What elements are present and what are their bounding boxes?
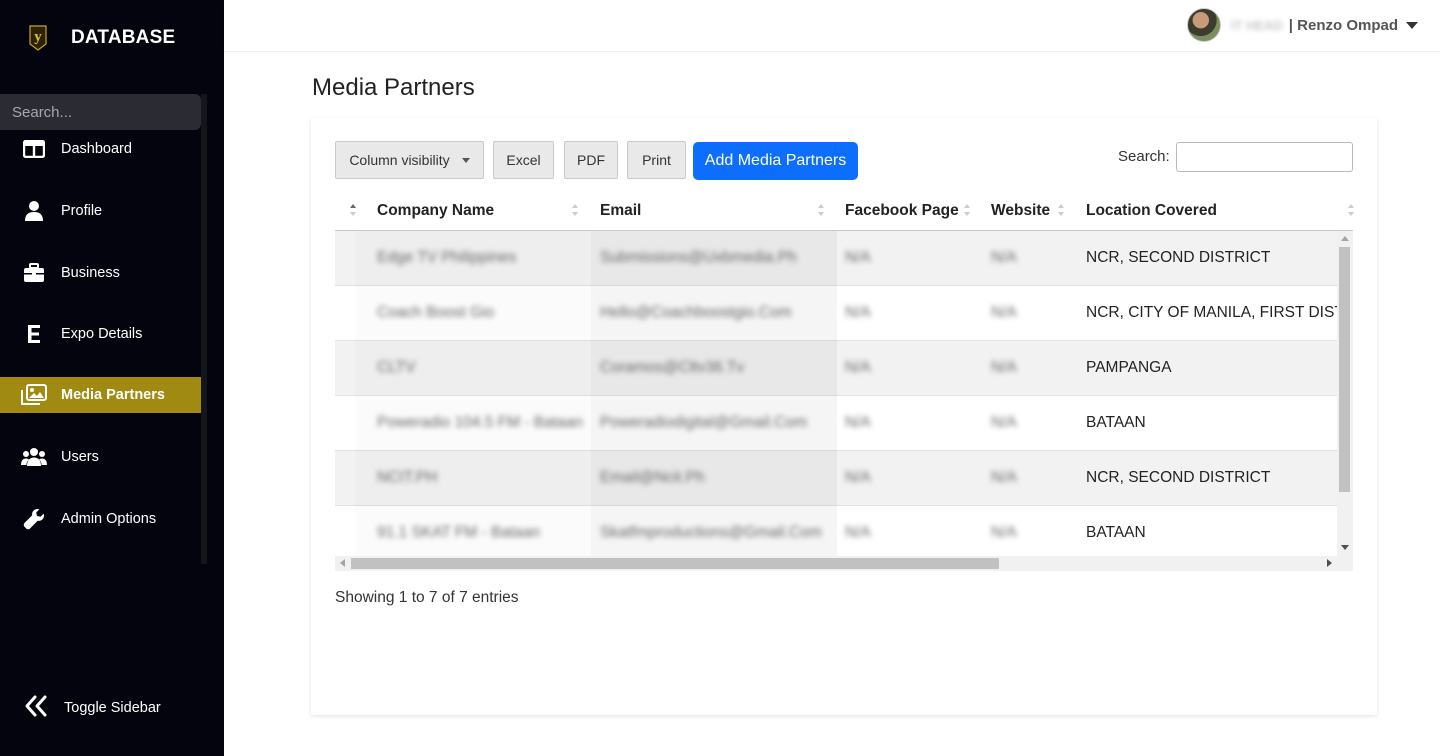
letter-e-icon bbox=[21, 321, 47, 347]
sidebar-scrollbar[interactable] bbox=[201, 94, 207, 564]
brand[interactable]: y DATABASE bbox=[26, 24, 175, 52]
location-cell: NCR, CITY OF MANILA, FIRST DISTRICT bbox=[1086, 304, 1337, 321]
sidebar-item-label: Expo Details bbox=[61, 326, 143, 342]
print-label: Print bbox=[642, 152, 671, 168]
user-menu[interactable]: IT HEAD | Renzo Ompad bbox=[1186, 8, 1418, 42]
column-header-label: Location Covered bbox=[1086, 202, 1217, 219]
column-header-company-name[interactable]: Company Name bbox=[377, 192, 494, 230]
sidebar-item-business[interactable]: Business bbox=[0, 255, 201, 291]
website-cell: N/A bbox=[991, 359, 1017, 376]
location-cell: BATAAN bbox=[1086, 414, 1146, 431]
column-header-label: Email bbox=[600, 202, 642, 219]
wrench-icon bbox=[21, 506, 47, 532]
sidebar-item-profile[interactable]: Profile bbox=[0, 193, 201, 229]
excel-label: Excel bbox=[506, 152, 541, 168]
facebook-cell: N/A bbox=[845, 414, 871, 431]
pdf-label: PDF bbox=[577, 152, 605, 168]
caret-down-icon bbox=[1406, 21, 1418, 29]
sidebar-item-label: Admin Options bbox=[61, 511, 157, 527]
table-horizontal-scrollbar[interactable] bbox=[335, 556, 1353, 571]
sidebar-item-expo-details[interactable]: Expo Details bbox=[0, 316, 201, 352]
sidebar: y DATABASE Dashboard Profile Business bbox=[0, 0, 224, 756]
facebook-cell: N/A bbox=[845, 469, 871, 486]
column-header-label: Facebook Page bbox=[845, 202, 959, 219]
double-chevron-left-icon bbox=[24, 694, 48, 722]
sort-icon[interactable] bbox=[964, 204, 970, 218]
sidebar-item-label: Media Partners bbox=[61, 387, 165, 403]
location-cell: NCR, SECOND DISTRICT bbox=[1086, 249, 1271, 266]
scrollbar-thumb[interactable] bbox=[1339, 247, 1350, 492]
table-search-input[interactable] bbox=[1176, 142, 1353, 172]
sidebar-item-dashboard[interactable]: Dashboard bbox=[0, 131, 201, 167]
facebook-cell: N/A bbox=[845, 249, 871, 266]
pdf-button[interactable]: PDF bbox=[564, 141, 618, 179]
avatar bbox=[1186, 8, 1221, 42]
email-column-highlight bbox=[591, 231, 837, 556]
scroll-left-icon[interactable] bbox=[340, 559, 345, 567]
scroll-down-icon[interactable] bbox=[1341, 545, 1349, 550]
column-header-email[interactable]: Email bbox=[600, 192, 641, 230]
table-vertical-scrollbar[interactable] bbox=[1337, 231, 1353, 556]
sidebar-item-admin-options[interactable]: Admin Options bbox=[0, 501, 201, 537]
table-header: Company Name Email Facebook Page Website… bbox=[335, 192, 1354, 231]
website-cell: N/A bbox=[991, 469, 1017, 486]
location-cell: PAMPANGA bbox=[1086, 359, 1172, 376]
add-media-partners-button[interactable]: Add Media Partners bbox=[693, 142, 858, 180]
sidebar-item-label: Users bbox=[61, 449, 99, 465]
sort-icon[interactable] bbox=[572, 204, 578, 218]
users-icon bbox=[21, 444, 47, 470]
user-role: IT HEAD bbox=[1230, 17, 1283, 33]
column-header-location-covered[interactable]: Location Covered bbox=[1086, 192, 1217, 230]
sorted-column-highlight bbox=[355, 231, 591, 556]
sort-icon[interactable] bbox=[818, 204, 824, 218]
topbar: IT HEAD | Renzo Ompad bbox=[224, 0, 1440, 52]
website-cell: N/A bbox=[991, 414, 1017, 431]
scroll-right-icon[interactable] bbox=[1327, 559, 1332, 567]
scrollbar-thumb[interactable] bbox=[351, 558, 999, 569]
images-icon bbox=[21, 382, 47, 408]
excel-button[interactable]: Excel bbox=[493, 141, 554, 179]
column-header-label: Company Name bbox=[377, 202, 495, 219]
facebook-cell: N/A bbox=[845, 359, 871, 376]
user-name: | Renzo Ompad bbox=[1288, 16, 1398, 34]
add-media-partners-label: Add Media Partners bbox=[704, 152, 847, 169]
sidebar-item-users[interactable]: Users bbox=[0, 439, 201, 475]
facebook-cell: N/A bbox=[845, 304, 871, 321]
scroll-up-icon[interactable] bbox=[1341, 236, 1349, 241]
column-header-facebook-page[interactable]: Facebook Page bbox=[845, 192, 959, 230]
table-body: Edge TV Philippines Submissions@Uxbmedia… bbox=[335, 231, 1337, 556]
website-cell: N/A bbox=[991, 524, 1017, 541]
sort-icon[interactable] bbox=[350, 204, 356, 218]
toggle-sidebar-label: Toggle Sidebar bbox=[64, 700, 161, 716]
print-button[interactable]: Print bbox=[627, 141, 686, 179]
website-cell: N/A bbox=[991, 249, 1017, 266]
sidebar-item-media-partners[interactable]: Media Partners bbox=[0, 377, 201, 413]
briefcase-icon bbox=[21, 260, 47, 286]
svg-text:y: y bbox=[34, 29, 42, 45]
sort-icon[interactable] bbox=[1058, 204, 1064, 218]
sidebar-item-label: Profile bbox=[61, 203, 103, 219]
columns-icon bbox=[21, 136, 47, 162]
column-header-website[interactable]: Website bbox=[991, 192, 1050, 230]
table-info: Showing 1 to 7 of 7 entries bbox=[335, 589, 519, 606]
user-icon bbox=[21, 198, 47, 224]
sidebar-item-label: Dashboard bbox=[61, 141, 132, 157]
caret-down-icon bbox=[461, 157, 470, 163]
location-cell: BATAAN bbox=[1086, 524, 1146, 541]
column-header-label: Website bbox=[991, 202, 1051, 219]
toggle-sidebar-button[interactable]: Toggle Sidebar bbox=[24, 694, 161, 722]
brand-name: DATABASE bbox=[71, 27, 176, 48]
table-search-label: Search: bbox=[1118, 148, 1170, 165]
column-visibility-button[interactable]: Column visibility bbox=[335, 141, 484, 179]
sidebar-item-label: Business bbox=[61, 265, 120, 281]
sidebar-search-input[interactable] bbox=[0, 94, 201, 130]
y-logo-icon: y bbox=[26, 24, 50, 52]
location-cell: NCR, SECOND DISTRICT bbox=[1086, 469, 1271, 486]
page-title: Media Partners bbox=[312, 74, 475, 101]
column-visibility-label: Column visibility bbox=[349, 152, 450, 168]
sort-icon[interactable] bbox=[1348, 204, 1354, 218]
facebook-cell: N/A bbox=[845, 524, 871, 541]
website-cell: N/A bbox=[991, 304, 1017, 321]
